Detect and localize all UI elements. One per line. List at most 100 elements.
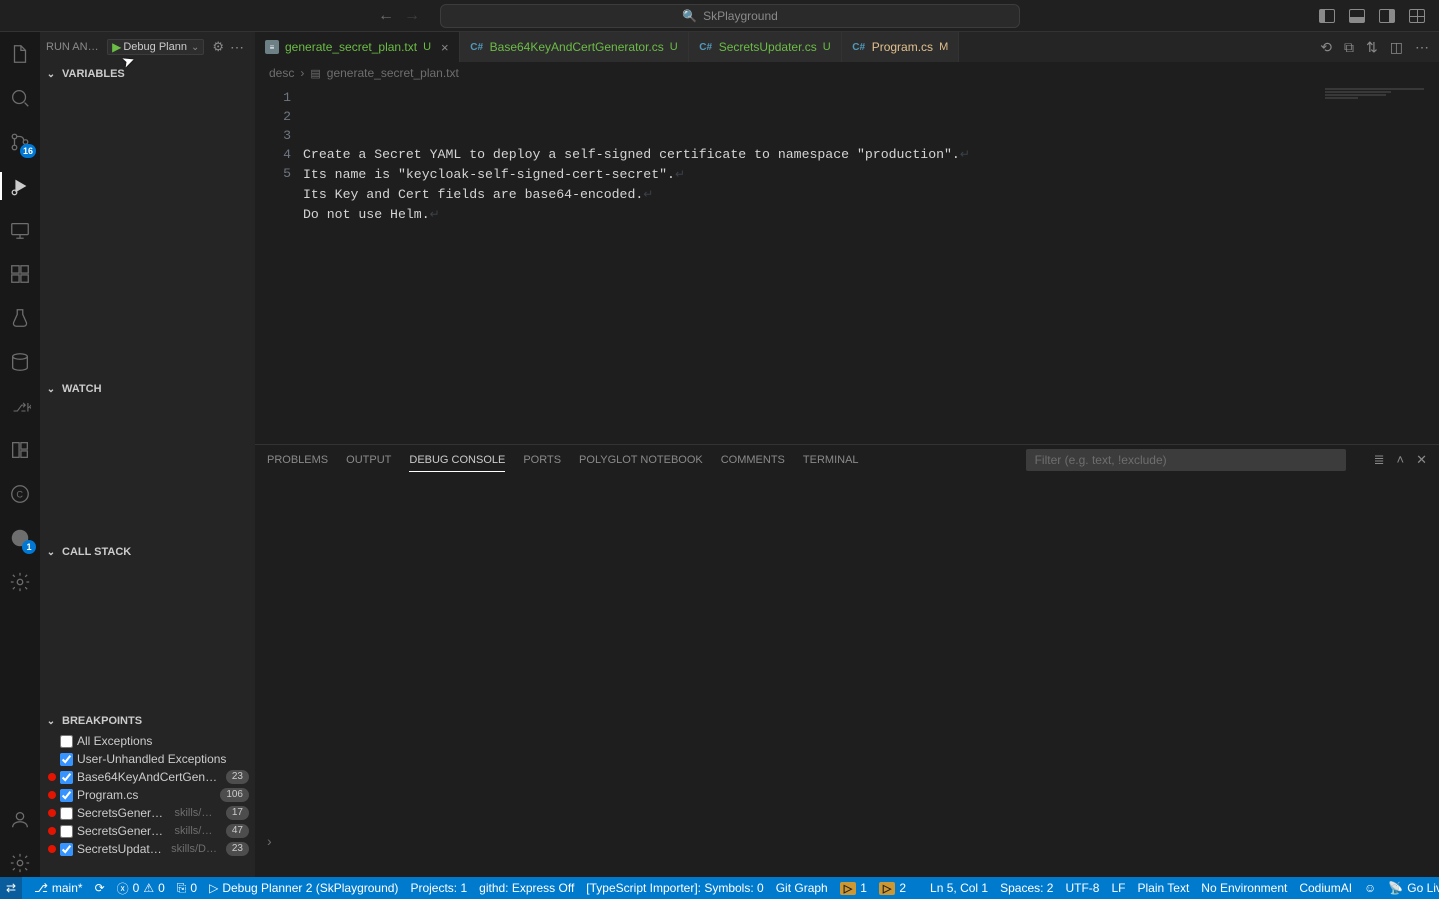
breakpoint-row[interactable]: All Exceptions xyxy=(40,732,255,750)
code-content[interactable]: Create a Secret YAML to deploy a self-si… xyxy=(303,84,1439,444)
panel-tab-problems[interactable]: Problems xyxy=(267,448,328,472)
eol[interactable]: LF xyxy=(1111,881,1125,895)
run-debug-icon[interactable] xyxy=(6,172,34,200)
callstack-section-header[interactable]: ⌄ Call Stack xyxy=(40,541,255,563)
notif2[interactable]: ▷2 xyxy=(879,881,906,895)
debug-status[interactable]: ▷Debug Planner 2 (SkPlayground) xyxy=(209,881,398,895)
toggle-panel-icon[interactable] xyxy=(1349,9,1365,23)
git-graph-status[interactable]: Git Graph xyxy=(776,881,828,895)
breakpoint-checkbox[interactable] xyxy=(60,753,73,766)
breakpoint-checkbox[interactable] xyxy=(60,771,73,784)
close-tab-icon[interactable]: × xyxy=(441,40,449,55)
split-editor-icon[interactable]: ◫ xyxy=(1390,39,1403,56)
breakpoint-checkbox[interactable] xyxy=(60,735,73,748)
command-center[interactable]: 🔍 SkPlayground xyxy=(440,4,1020,28)
extensions-icon[interactable] xyxy=(6,260,34,288)
panel-tab-debug-console[interactable]: Debug Console xyxy=(409,448,505,472)
projects-status[interactable]: Projects: 1 xyxy=(410,881,467,895)
close-panel-icon[interactable]: ✕ xyxy=(1416,452,1427,468)
codium-status[interactable]: CodiumAI xyxy=(1299,881,1352,895)
git-branch[interactable]: ⎇main* xyxy=(34,881,83,895)
breakpoint-checkbox[interactable] xyxy=(60,825,73,838)
sync-changes[interactable]: ⟳ xyxy=(95,881,105,895)
testing-icon[interactable] xyxy=(6,304,34,332)
source-control-icon[interactable]: 16 xyxy=(6,128,34,156)
breakpoint-row[interactable]: SecretsGenerator.csskills/De…17 xyxy=(40,804,255,822)
breakpoint-row[interactable]: SecretsUpdater.csskills/De…23 xyxy=(40,840,255,858)
explorer-icon[interactable] xyxy=(6,40,34,68)
clear-console-icon[interactable]: ≣ xyxy=(1374,452,1385,468)
code-line[interactable]: Its name is "keycloak-self-signed-cert-s… xyxy=(303,165,1439,185)
variables-section-header[interactable]: ⌄ Variables xyxy=(40,63,255,85)
toggle-secondary-sidebar-icon[interactable] xyxy=(1379,9,1395,23)
watch-section-header[interactable]: ⌄ Watch xyxy=(40,378,255,400)
breakpoint-row[interactable]: Base64KeyAndCertGenerat…23 xyxy=(40,768,255,786)
start-debug-icon[interactable]: ▶ xyxy=(112,41,121,53)
debug-console-output[interactable] xyxy=(255,475,1439,828)
encoding[interactable]: UTF-8 xyxy=(1065,881,1099,895)
remote-indicator[interactable]: ⇄ xyxy=(0,877,22,899)
debug-console-input[interactable]: › xyxy=(255,828,1439,854)
tab-generate_secret_plan-txt[interactable]: ≡generate_secret_plan.txtU× xyxy=(255,32,460,62)
panel-tab-output[interactable]: Output xyxy=(346,448,391,472)
status-bar: ⇄ ⎇main* ⟳ ⓧ0 ⚠0 ⎘0 ▷Debug Planner 2 (Sk… xyxy=(0,877,1439,899)
go-live[interactable]: 📡Go Live xyxy=(1388,881,1439,895)
debug-console-filter[interactable]: Filter (e.g. text, !exclude) xyxy=(1026,449,1346,471)
environment[interactable]: No Environment xyxy=(1201,881,1287,895)
kubernetes-icon[interactable]: ⎇K xyxy=(6,392,34,420)
breakpoint-row[interactable]: Program.cs106 xyxy=(40,786,255,804)
breakpoint-checkbox[interactable] xyxy=(60,843,73,856)
refresh-icon[interactable]: ⇅ xyxy=(1366,39,1378,56)
panel-tab-ports[interactable]: Ports xyxy=(523,448,561,472)
tab-program-cs[interactable]: C#Program.csM xyxy=(842,32,960,62)
manage-gear-icon[interactable] xyxy=(6,849,34,877)
indentation[interactable]: Spaces: 2 xyxy=(1000,881,1053,895)
debug-config-selector[interactable]: ▶ Debug Plann ⌄ xyxy=(107,39,204,55)
codium-icon[interactable]: C xyxy=(6,480,34,508)
breakpoint-row[interactable]: SecretsGenerator.csskills/De…47 xyxy=(40,822,255,840)
panel-tab-polyglot-notebook[interactable]: Polyglot Notebook xyxy=(579,448,703,472)
github-icon[interactable]: 1 xyxy=(6,524,34,552)
breadcrumb-part[interactable]: desc xyxy=(269,66,294,80)
feedback-icon[interactable]: ☺ xyxy=(1364,881,1376,895)
panel-tab-comments[interactable]: Comments xyxy=(721,448,785,472)
chevron-down-icon[interactable]: ⌄ xyxy=(189,42,199,53)
more-actions-icon[interactable]: ⋯ xyxy=(230,39,245,56)
language-mode[interactable]: Plain Text xyxy=(1137,881,1189,895)
timeline-icon[interactable]: ⟲ xyxy=(1320,39,1332,56)
collapse-panel-icon[interactable]: ˄ xyxy=(1397,452,1405,468)
tab-secretsupdater-cs[interactable]: C#SecretsUpdater.csU xyxy=(689,32,842,62)
breadcrumb[interactable]: desc › ▤ generate_secret_plan.txt xyxy=(255,62,1439,84)
settings-sync-icon[interactable] xyxy=(6,568,34,596)
toggle-primary-sidebar-icon[interactable] xyxy=(1319,9,1335,23)
search-activity-icon[interactable] xyxy=(6,84,34,112)
minimap[interactable] xyxy=(1325,88,1435,100)
cursor-position[interactable]: Ln 5, Col 1 xyxy=(930,881,988,895)
breakpoint-checkbox[interactable] xyxy=(60,789,73,802)
tab-base64keyandcertgenerator-cs[interactable]: C#Base64KeyAndCertGenerator.csU xyxy=(460,32,689,62)
ts-importer-status[interactable]: [TypeScript Importer]: Symbols: 0 xyxy=(586,881,763,895)
more-tab-actions-icon[interactable]: ⋯ xyxy=(1415,39,1429,56)
project-manager-icon[interactable] xyxy=(6,436,34,464)
code-line[interactable]: Create a Secret YAML to deploy a self-si… xyxy=(303,145,1439,165)
breakpoint-row[interactable]: User-Unhandled Exceptions xyxy=(40,750,255,768)
notif1[interactable]: ▷1 xyxy=(840,881,867,895)
breadcrumb-part[interactable]: generate_secret_plan.txt xyxy=(327,66,459,80)
panel-tab-terminal[interactable]: Terminal xyxy=(803,448,859,472)
remote-explorer-icon[interactable] xyxy=(6,216,34,244)
code-line[interactable]: Its Key and Cert fields are base64-encod… xyxy=(303,185,1439,205)
nav-back-icon[interactable]: ← xyxy=(378,7,394,25)
githd-status[interactable]: githd: Express Off xyxy=(479,881,574,895)
debug-settings-icon[interactable]: ⚙ xyxy=(212,39,224,55)
accounts-icon[interactable] xyxy=(6,805,34,833)
code-line[interactable]: Do not use Helm.↵ xyxy=(303,205,1439,225)
nav-forward-icon[interactable]: → xyxy=(404,7,420,25)
problems-status[interactable]: ⓧ0 ⚠0 xyxy=(117,880,165,897)
database-icon[interactable] xyxy=(6,348,34,376)
breakpoints-section-header[interactable]: ⌄ Breakpoints xyxy=(40,710,255,732)
ports-status[interactable]: ⎘0 xyxy=(177,881,197,896)
customize-layout-icon[interactable] xyxy=(1409,9,1425,23)
editor-body[interactable]: 12345 Create a Secret YAML to deploy a s… xyxy=(255,84,1439,444)
breakpoint-checkbox[interactable] xyxy=(60,807,73,820)
compare-icon[interactable]: ⧉ xyxy=(1344,39,1354,56)
